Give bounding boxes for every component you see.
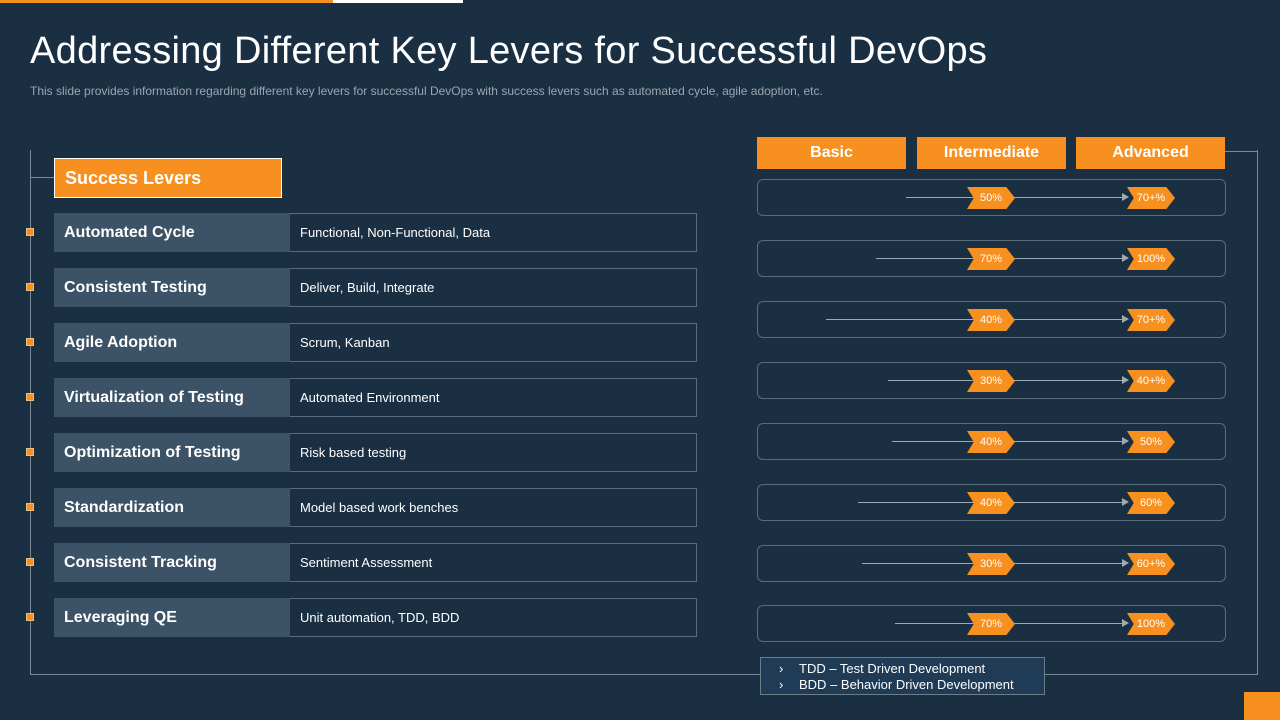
bullet-icon <box>26 448 34 456</box>
current-level-chevron: 40% <box>967 309 1015 331</box>
progress-row: 30% 40+% <box>757 362 1226 399</box>
lever-description: Sentiment Assessment <box>290 543 697 582</box>
progress-row: 70% 100% <box>757 605 1226 642</box>
progress-arrow-line <box>906 197 1126 198</box>
lever-row: Leveraging QE Unit automation, TDD, BDD <box>26 598 697 637</box>
lever-description: Functional, Non-Functional, Data <box>290 213 697 252</box>
slide-title: Addressing Different Key Levers for Succ… <box>30 30 988 72</box>
lever-description: Unit automation, TDD, BDD <box>290 598 697 637</box>
lever-name: Virtualization of Testing <box>54 378 290 417</box>
arrowhead-icon <box>1122 376 1129 384</box>
slide-subtitle: This slide provides information regardin… <box>30 84 823 98</box>
bullet-icon <box>26 338 34 346</box>
bullet-icon <box>26 228 34 236</box>
legend-text: TDD – Test Driven Development <box>799 660 986 676</box>
lever-name: Automated Cycle <box>54 213 290 252</box>
legend-item: › TDD – Test Driven Development <box>779 660 1044 676</box>
lever-name: Leveraging QE <box>54 598 290 637</box>
legend-item: › BDD – Behavior Driven Development <box>779 676 1044 692</box>
progress-row: 40% 60% <box>757 484 1226 521</box>
target-level-chevron: 70+% <box>1127 187 1175 209</box>
chevron-right-icon: › <box>779 676 784 692</box>
bullet-icon <box>26 503 34 511</box>
current-level-chevron: 70% <box>967 613 1015 635</box>
progress-row: 40% 50% <box>757 423 1226 460</box>
target-level-chevron: 60% <box>1127 492 1175 514</box>
current-level-chevron: 30% <box>967 370 1015 392</box>
progress-row: 40% 70+% <box>757 301 1226 338</box>
bullet-icon <box>26 393 34 401</box>
current-level-chevron: 40% <box>967 431 1015 453</box>
abbreviation-legend: › TDD – Test Driven Development › BDD – … <box>760 657 1045 695</box>
lever-row: Optimization of Testing Risk based testi… <box>26 433 697 472</box>
lever-description: Deliver, Build, Integrate <box>290 268 697 307</box>
arrowhead-icon <box>1122 254 1129 262</box>
lever-name: Agile Adoption <box>54 323 290 362</box>
lever-row: Automated Cycle Functional, Non-Function… <box>26 213 697 252</box>
target-level-chevron: 100% <box>1127 613 1175 635</box>
lever-row: Consistent Testing Deliver, Build, Integ… <box>26 268 697 307</box>
lever-name: Consistent Tracking <box>54 543 290 582</box>
lever-description: Automated Environment <box>290 378 697 417</box>
lever-description: Model based work benches <box>290 488 697 527</box>
bullet-icon <box>26 558 34 566</box>
lever-description: Scrum, Kanban <box>290 323 697 362</box>
success-levers-header: Success Levers <box>54 158 282 198</box>
target-level-chevron: 40+% <box>1127 370 1175 392</box>
target-level-chevron: 100% <box>1127 248 1175 270</box>
progress-row: 50% 70+% <box>757 179 1226 216</box>
current-level-chevron: 70% <box>967 248 1015 270</box>
target-level-chevron: 50% <box>1127 431 1175 453</box>
lever-row: Standardization Model based work benches <box>26 488 697 527</box>
corner-accent-box <box>1244 692 1280 720</box>
target-level-chevron: 60+% <box>1127 553 1175 575</box>
arrowhead-icon <box>1122 193 1129 201</box>
frame-connector-left <box>30 177 54 178</box>
bullet-icon <box>26 283 34 291</box>
legend-text: BDD – Behavior Driven Development <box>799 676 1014 692</box>
level-header-intermediate: Intermediate <box>917 137 1066 169</box>
lever-description: Risk based testing <box>290 433 697 472</box>
chevron-right-icon: › <box>779 660 784 676</box>
top-accent-white <box>333 0 463 3</box>
bullet-icon <box>26 613 34 621</box>
progress-row: 70% 100% <box>757 240 1226 277</box>
lever-name: Consistent Testing <box>54 268 290 307</box>
current-level-chevron: 30% <box>967 553 1015 575</box>
lever-name: Optimization of Testing <box>54 433 290 472</box>
arrowhead-icon <box>1122 498 1129 506</box>
top-accent-orange <box>0 0 333 3</box>
arrowhead-icon <box>1122 559 1129 567</box>
lever-name: Standardization <box>54 488 290 527</box>
frame-connector-right <box>1225 151 1258 152</box>
current-level-chevron: 40% <box>967 492 1015 514</box>
lever-row: Virtualization of Testing Automated Envi… <box>26 378 697 417</box>
level-header-basic: Basic <box>757 137 906 169</box>
level-header-advanced: Advanced <box>1076 137 1225 169</box>
current-level-chevron: 50% <box>967 187 1015 209</box>
arrowhead-icon <box>1122 619 1129 627</box>
progress-row: 30% 60+% <box>757 545 1226 582</box>
target-level-chevron: 70+% <box>1127 309 1175 331</box>
lever-row: Consistent Tracking Sentiment Assessment <box>26 543 697 582</box>
lever-row: Agile Adoption Scrum, Kanban <box>26 323 697 362</box>
arrowhead-icon <box>1122 315 1129 323</box>
arrowhead-icon <box>1122 437 1129 445</box>
